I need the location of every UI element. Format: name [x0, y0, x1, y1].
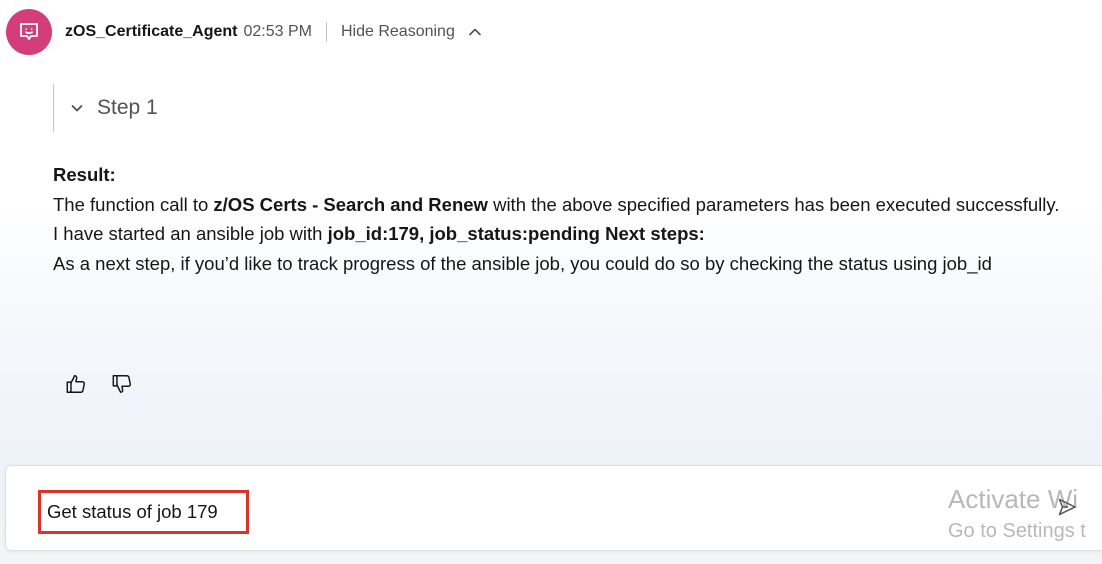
header-divider: [325, 22, 327, 42]
chat-bot-icon: [17, 20, 41, 44]
thumbs-up-icon[interactable]: [64, 372, 88, 396]
result-paragraph-3: As a next step, if you’d like to track p…: [53, 252, 992, 274]
thumbs-down-icon[interactable]: [110, 372, 134, 396]
result-paragraph-1: The function call to z/OS Certs - Search…: [53, 190, 1093, 220]
result-heading: Result:: [53, 164, 116, 185]
chevron-down-icon: [69, 100, 85, 116]
step-1-toggle[interactable]: Step 1: [69, 96, 158, 120]
reasoning-steps: Step 1: [53, 84, 158, 132]
message-timestamp: 02:53 PM: [243, 23, 312, 40]
result-text: with the above specified parameters has …: [487, 193, 1060, 215]
send-icon[interactable]: [1056, 496, 1078, 518]
hide-reasoning-button[interactable]: Hide Reasoning: [341, 23, 455, 41]
agent-name: zOS_Certificate_Agent: [65, 23, 238, 40]
step-label: Step 1: [97, 96, 158, 119]
result-message: Result: The function call to z/OS Certs …: [53, 160, 1093, 278]
feedback-actions: [64, 372, 134, 396]
result-text: The function call to: [53, 193, 214, 215]
message-input[interactable]: Get status of job 179: [38, 490, 249, 534]
chevron-up-icon[interactable]: [467, 24, 483, 40]
function-name: z/OS Certs - Search and Renew: [213, 193, 488, 215]
result-paragraph-2: I have started an ansible job with job_i…: [53, 219, 1093, 249]
job-details: job_id:179, job_status:pending Next step…: [327, 223, 705, 244]
result-text: I have started an ansible job with: [53, 223, 328, 244]
message-header: zOS_Certificate_Agent 02:53 PM Hide Reas…: [6, 9, 483, 55]
agent-avatar: [6, 9, 52, 55]
